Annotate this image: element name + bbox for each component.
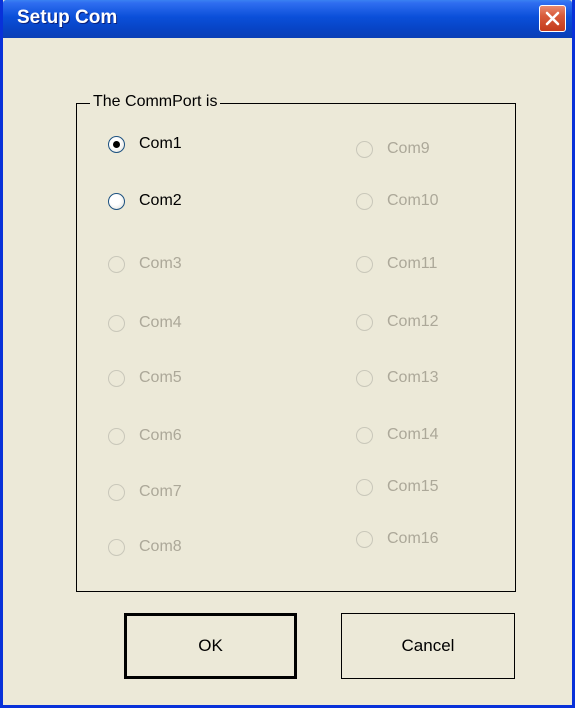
radio-com7: Com7 xyxy=(108,483,182,501)
radio-button-circle xyxy=(356,140,373,158)
radio-button-circle xyxy=(108,314,125,332)
radio-selected-dot xyxy=(113,140,120,148)
radio-label: Com14 xyxy=(387,426,439,443)
radio-label: Com7 xyxy=(139,483,182,500)
radio-label: Com4 xyxy=(139,314,182,331)
radio-button-circle xyxy=(108,538,125,556)
radio-label: Com1 xyxy=(139,135,182,152)
radio-label: Com12 xyxy=(387,313,439,330)
radio-com9: Com9 xyxy=(356,140,430,158)
title-bar[interactable]: Setup Com xyxy=(3,0,572,38)
radio-com15: Com15 xyxy=(356,478,439,496)
radio-button-circle xyxy=(108,483,125,501)
cancel-button[interactable]: Cancel xyxy=(341,613,515,679)
radio-button-circle xyxy=(108,369,125,387)
commport-group-label: The CommPort is xyxy=(90,93,221,111)
radio-button-circle xyxy=(356,192,373,210)
radio-button-circle xyxy=(356,478,373,496)
radio-com14: Com14 xyxy=(356,426,439,444)
radio-button-circle xyxy=(356,530,373,548)
radio-button-circle[interactable] xyxy=(108,192,125,210)
radio-com10: Com10 xyxy=(356,192,439,210)
radio-label: Com2 xyxy=(139,192,182,209)
dialog-title: Setup Com xyxy=(17,7,118,28)
radio-label: Com13 xyxy=(387,369,439,386)
radio-button-circle xyxy=(356,426,373,444)
radio-com5: Com5 xyxy=(108,369,182,387)
radio-com11: Com11 xyxy=(356,255,437,273)
radio-label: Com15 xyxy=(387,478,439,495)
radio-com6: Com6 xyxy=(108,427,182,445)
radio-label: Com3 xyxy=(139,255,182,272)
radio-label: Com10 xyxy=(387,192,439,209)
radio-label: Com6 xyxy=(139,427,182,444)
radio-com8: Com8 xyxy=(108,538,182,556)
radio-label: Com9 xyxy=(387,140,430,157)
radio-com12: Com12 xyxy=(356,313,439,331)
radio-label: Com11 xyxy=(387,255,438,272)
radio-label: Com5 xyxy=(139,369,182,386)
radio-button-circle[interactable] xyxy=(108,135,125,153)
radio-com2[interactable]: Com2 xyxy=(108,192,182,210)
radio-com1[interactable]: Com1 xyxy=(108,135,182,153)
radio-label: Com8 xyxy=(139,538,182,555)
close-icon xyxy=(545,11,560,26)
radio-com3: Com3 xyxy=(108,255,182,273)
radio-button-circle xyxy=(356,313,373,331)
radio-com13: Com13 xyxy=(356,369,439,387)
ok-button[interactable]: OK xyxy=(124,613,297,679)
radio-com4: Com4 xyxy=(108,314,182,332)
radio-button-circle xyxy=(356,369,373,387)
close-button[interactable] xyxy=(539,5,566,32)
radio-button-circle xyxy=(108,427,125,445)
radio-button-circle xyxy=(108,255,125,273)
radio-button-circle xyxy=(356,255,373,273)
radio-label: Com16 xyxy=(387,530,439,547)
radio-com16: Com16 xyxy=(356,530,439,548)
commport-groupbox xyxy=(76,103,516,592)
